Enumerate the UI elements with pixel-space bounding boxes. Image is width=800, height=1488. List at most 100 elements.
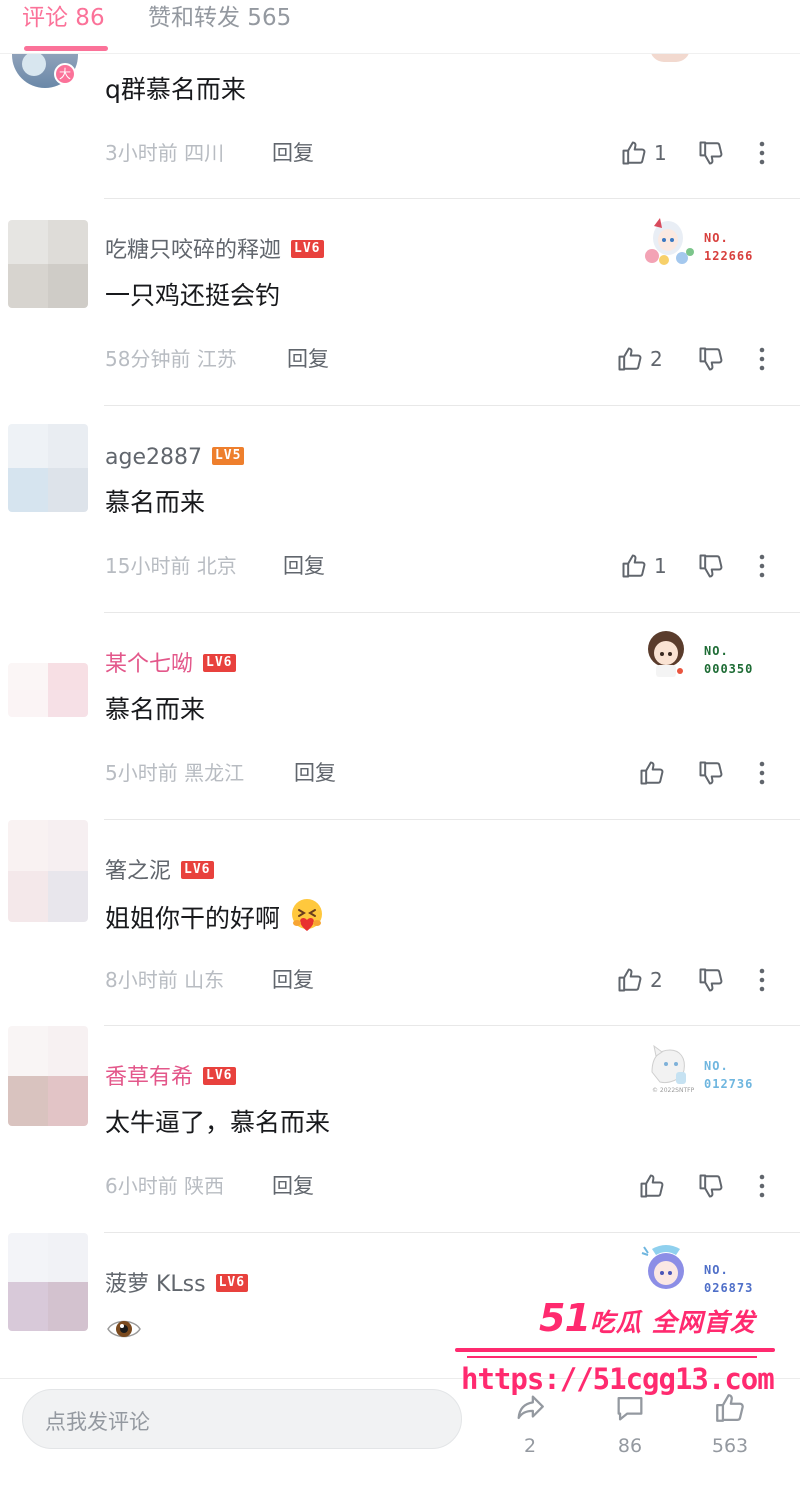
- comment-text: q群慕名而来: [105, 75, 246, 104]
- like-count: 1: [654, 554, 667, 578]
- badge-number: 122666: [704, 249, 754, 263]
- comment-location: 北京: [196, 554, 237, 578]
- comment-text: 慕名而来: [105, 488, 206, 517]
- comment-time: 3小时前: [105, 141, 178, 165]
- thumbs-down-icon[interactable]: [697, 344, 725, 374]
- username[interactable]: 箸之泥 LV6: [105, 858, 214, 886]
- like-count: 2: [650, 347, 663, 371]
- like-post-count: 563: [711, 1435, 749, 1457]
- avatar[interactable]: [8, 1026, 88, 1126]
- tab-comments[interactable]: 评论 86: [22, 4, 105, 32]
- comment-time: 15小时前: [105, 554, 191, 578]
- comment-time: 58分钟前: [105, 347, 191, 371]
- level-badge: LV6: [203, 1067, 236, 1085]
- comment-tabs: 评论 86 赞和转发 565: [0, 0, 800, 54]
- avatar[interactable]: [8, 663, 88, 717]
- badge-number-label: NO.: [704, 231, 729, 245]
- comment-time: 8小时前: [105, 968, 178, 992]
- reply-button[interactable]: 回复: [272, 140, 314, 166]
- badge-caption: © 2022SNTFP: [652, 1087, 695, 1094]
- blue-hair-girl-badge-icon: [641, 1245, 684, 1289]
- comment-input[interactable]: 点我发评论: [22, 1389, 462, 1449]
- fan-badge: © 2022SNTFP NO. 012736: [632, 1040, 772, 1098]
- thumbs-down-icon[interactable]: [697, 138, 725, 168]
- username-text: 菠萝 KLss: [105, 1272, 206, 1297]
- watermark-brand-text: 吃瓜 全网首发: [589, 1308, 756, 1337]
- more-options-icon[interactable]: [752, 1171, 772, 1201]
- level-badge: LV6: [215, 1274, 249, 1292]
- watermark-brand-number: 51: [539, 1296, 591, 1340]
- level-badge: LV5: [211, 447, 245, 465]
- username-text: 香草有希: [105, 1065, 194, 1090]
- watermark-line: [455, 1348, 775, 1352]
- comment-meta: 3小时前 四川: [105, 140, 224, 166]
- more-options-icon[interactable]: [752, 965, 772, 995]
- comment-location: 黑龙江: [184, 761, 245, 785]
- more-options-icon[interactable]: [752, 344, 772, 374]
- divider: [104, 198, 800, 199]
- thumbs-down-icon[interactable]: [697, 551, 725, 581]
- comment-meta: 15小时前 北京: [105, 553, 237, 579]
- comment-location: 山东: [184, 968, 225, 992]
- thumbs-down-icon[interactable]: [697, 758, 725, 788]
- watermark: 51吃瓜 全网首发 https://51cgg13.com: [455, 1296, 775, 1406]
- fan-badge: NO. 026873: [632, 1239, 772, 1297]
- comment-text: [106, 1313, 142, 1349]
- username[interactable]: 菠萝 KLss LV6: [105, 1271, 249, 1299]
- badge-number: 000350: [704, 662, 754, 676]
- comment-text: 太牛逼了，慕名而来: [105, 1108, 331, 1137]
- tab-likes-reposts[interactable]: 赞和转发 565: [148, 4, 291, 32]
- comment-item: 香草有希 LV6 © 2022SNTFP NO. 012736 太牛逼了，慕名而来…: [0, 1026, 800, 1233]
- badge-number: 012736: [704, 1077, 754, 1091]
- reply-button[interactable]: 回复: [272, 967, 314, 993]
- comment-item: age2887 LV5 慕名而来 15小时前 北京 回复 1: [0, 406, 800, 613]
- more-options-icon[interactable]: [752, 551, 772, 581]
- reply-button[interactable]: 回复: [287, 346, 329, 372]
- avatar[interactable]: [8, 424, 88, 512]
- username[interactable]: 吃糖只咬碎的释迦 LV6: [105, 237, 324, 265]
- more-options-icon[interactable]: [752, 138, 772, 168]
- avatar[interactable]: [8, 1233, 88, 1331]
- level-badge: LV6: [181, 861, 214, 879]
- username[interactable]: 香草有希 LV6: [105, 1064, 236, 1092]
- username[interactable]: age2887 LV5: [105, 444, 245, 472]
- like-button[interactable]: [638, 1171, 666, 1201]
- thumbs-down-icon[interactable]: [697, 965, 725, 995]
- comment-text: 姐姐你干的好啊: [105, 899, 326, 939]
- avatar[interactable]: [8, 820, 88, 922]
- more-options-icon[interactable]: [752, 758, 772, 788]
- username-text: 箸之泥: [105, 859, 172, 884]
- like-button[interactable]: [638, 758, 666, 788]
- like-count: 2: [650, 968, 663, 992]
- username-text: age2887: [105, 445, 202, 470]
- reply-button[interactable]: 回复: [272, 1173, 314, 1199]
- comment-input-placeholder: 点我发评论: [45, 1410, 150, 1434]
- comment-location: 四川: [184, 141, 225, 165]
- thumbs-up-icon: [640, 1174, 664, 1198]
- thumbs-up-icon: [622, 554, 646, 578]
- comment-meta: 58分钟前 江苏: [105, 346, 237, 372]
- username-text: 吃糖只咬碎的释迦: [105, 238, 282, 263]
- watermark-line: [467, 1356, 757, 1358]
- reply-button[interactable]: 回复: [294, 760, 336, 786]
- like-count: 1: [654, 141, 667, 165]
- like-button[interactable]: 1: [620, 138, 667, 168]
- like-button[interactable]: 2: [616, 965, 663, 995]
- like-button[interactable]: 2: [616, 344, 663, 374]
- username[interactable]: 某个七呦 LV6: [105, 651, 236, 679]
- reply-button[interactable]: 回复: [283, 553, 325, 579]
- share-count: 2: [523, 1435, 537, 1457]
- comment-item: 吃糖只咬碎的释迦 LV6 NO. 122666 一只鸡还挺会钓 58分钟前 江苏 …: [0, 200, 800, 406]
- fan-badge: NO. 122666: [632, 214, 772, 272]
- badge-number: 026873: [704, 1281, 754, 1295]
- anime-boy-badge-icon: [648, 631, 684, 677]
- comment-text: 一只鸡还挺会钓: [105, 281, 281, 310]
- like-button[interactable]: 1: [620, 551, 667, 581]
- badge-number-label: NO.: [704, 644, 729, 658]
- comment-meta: 5小时前 黑龙江: [105, 760, 244, 786]
- thumbs-up-icon: [618, 968, 642, 992]
- thumbs-down-icon[interactable]: [697, 1171, 725, 1201]
- badge-number-label: NO.: [704, 1059, 729, 1073]
- eye-emoji-icon: [107, 1320, 141, 1338]
- avatar[interactable]: [8, 220, 88, 308]
